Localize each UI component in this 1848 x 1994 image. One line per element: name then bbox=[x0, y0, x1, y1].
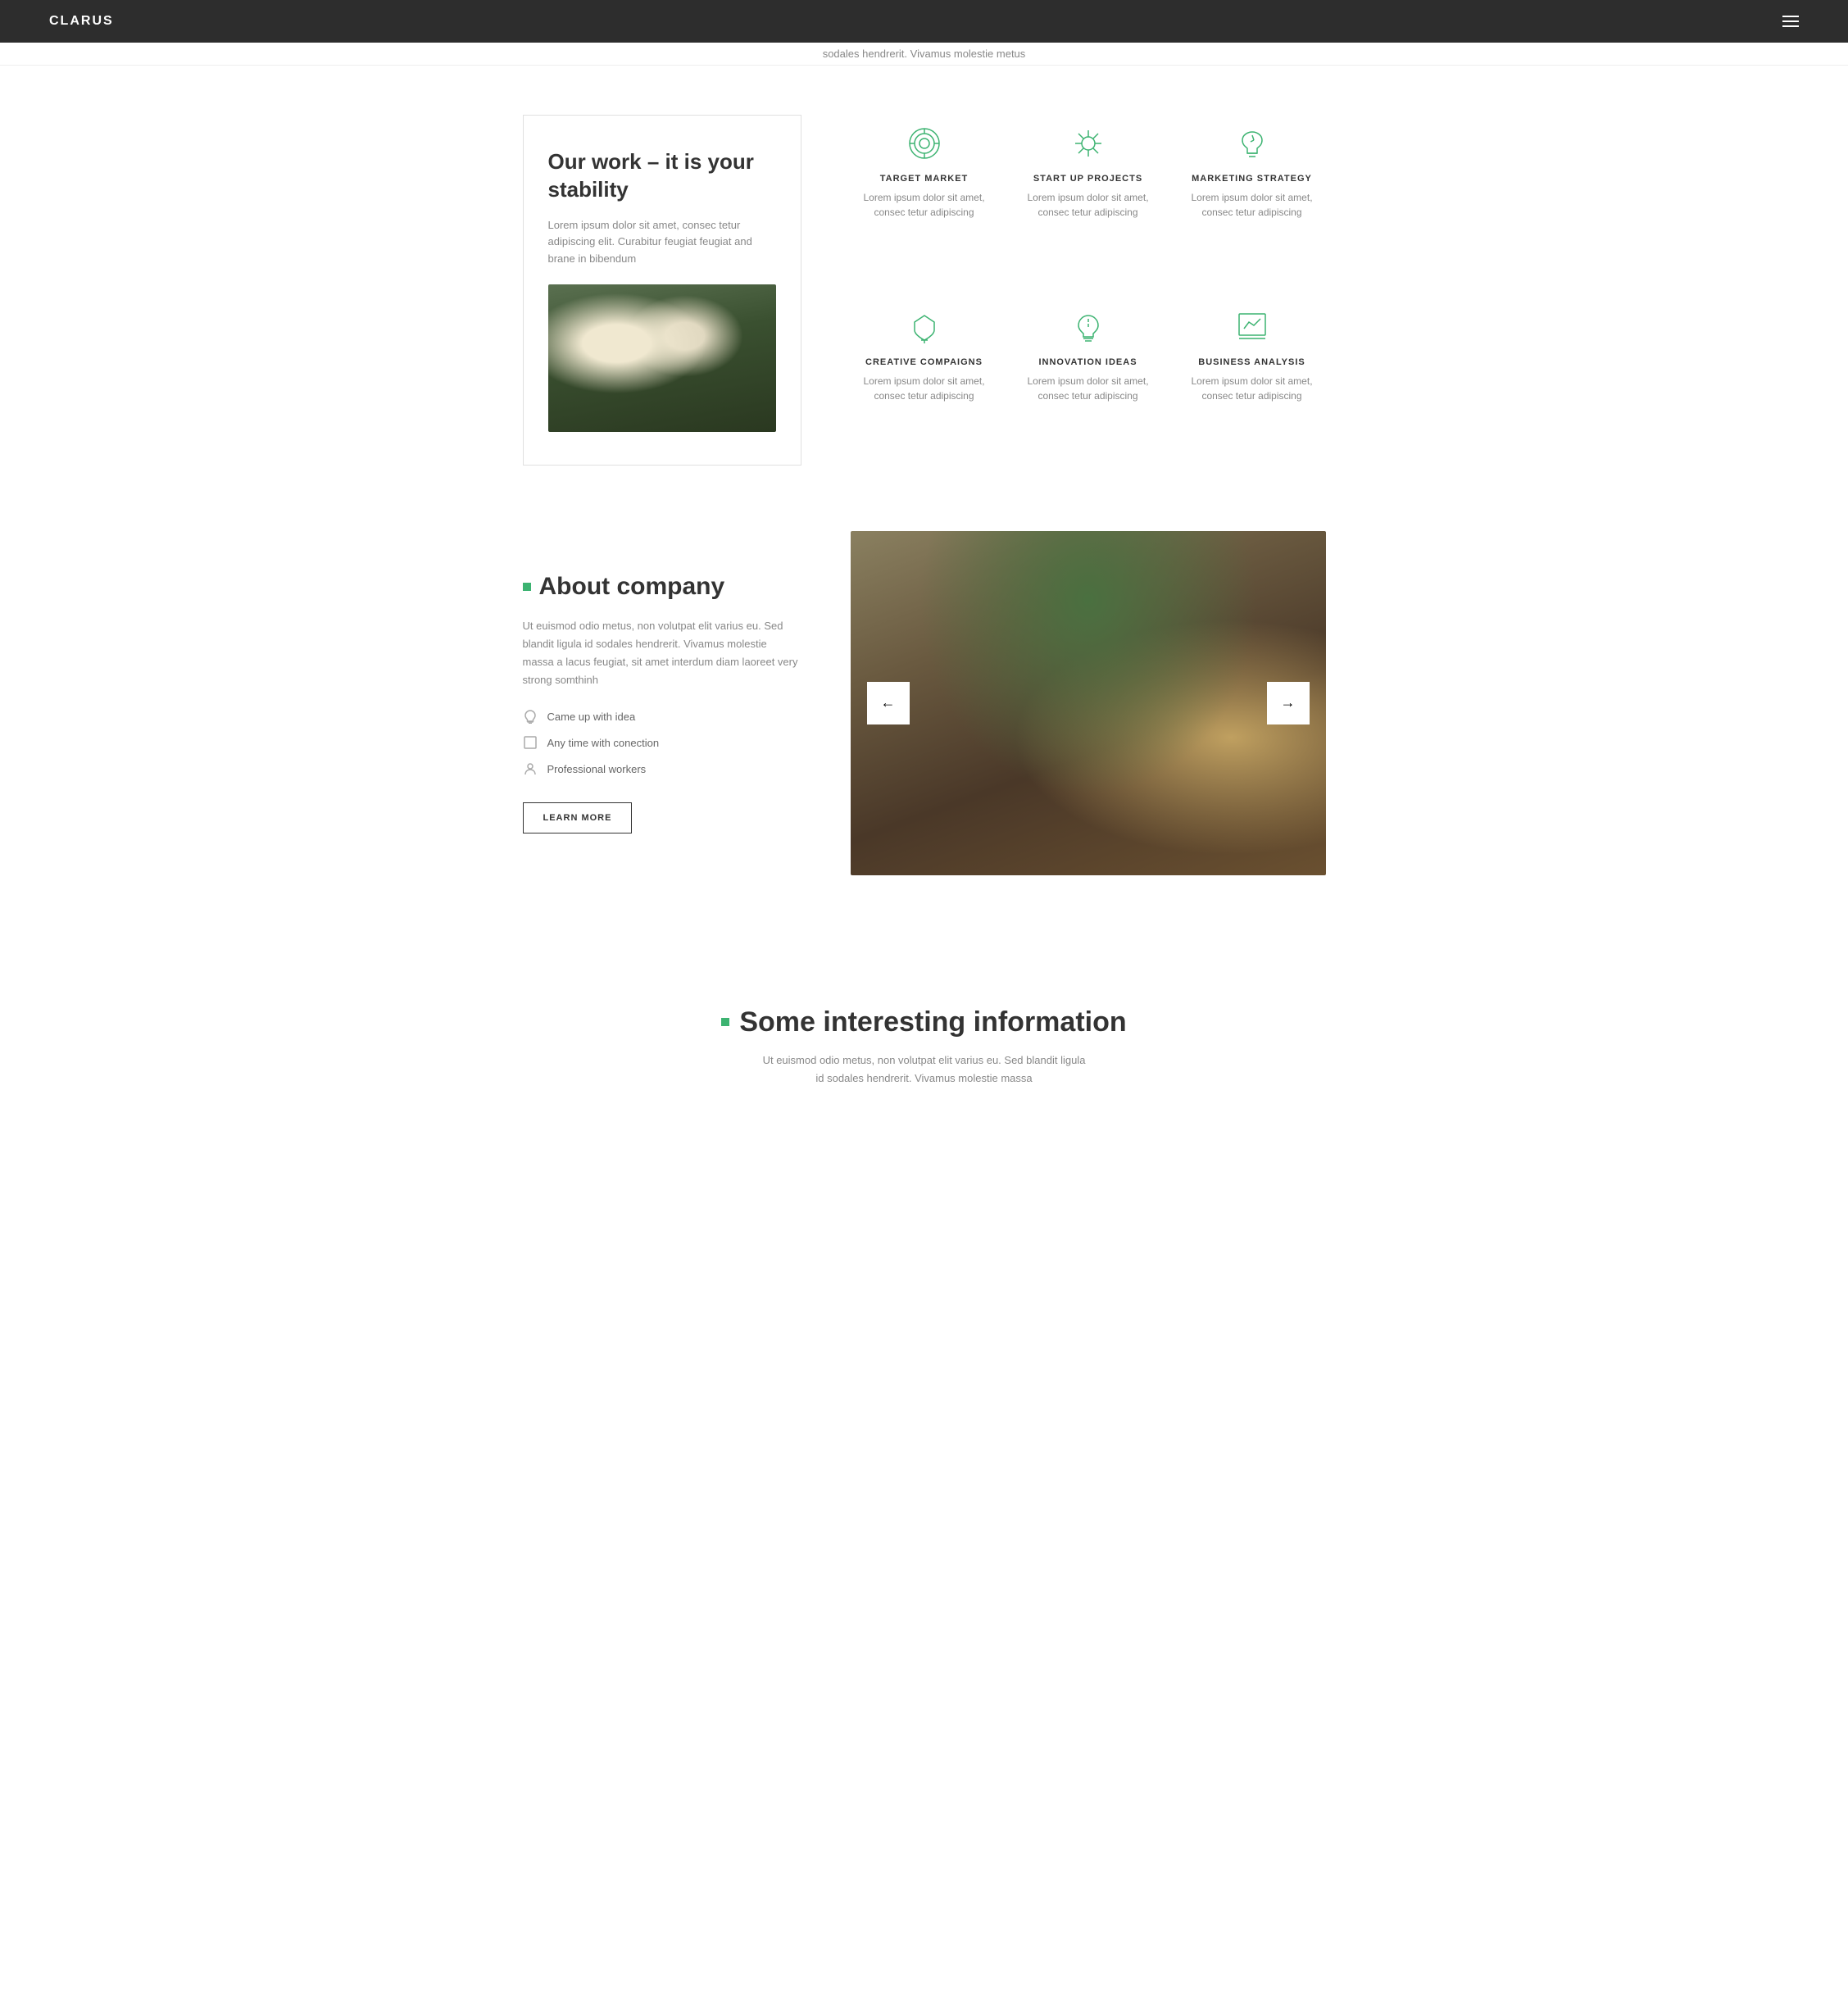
section-work: Our work – it is your stability Lorem ip… bbox=[474, 115, 1375, 466]
feature-creative-campaigns: CREATIVE COMPAIGNS Lorem ipsum dolor sit… bbox=[851, 307, 998, 466]
work-image bbox=[548, 284, 776, 432]
section-interesting-info: Some interesting information Ut euismod … bbox=[474, 941, 1375, 1120]
feature-marketing-strategy: MARKETING STRATEGY Lorem ipsum dolor sit… bbox=[1178, 123, 1326, 282]
bulb-icon bbox=[523, 709, 538, 724]
list-time-text: Any time with conection bbox=[547, 737, 660, 749]
feature-innovation-ideas: INNOVATION IDEAS Lorem ipsum dolor sit a… bbox=[1015, 307, 1162, 466]
title-accent-square bbox=[523, 583, 531, 591]
creative-campaigns-icon bbox=[904, 307, 945, 347]
feature-target-market: TARGET MARKET Lorem ipsum dolor sit amet… bbox=[851, 123, 998, 282]
about-right-panel: ← → bbox=[851, 531, 1326, 875]
nav-logo: CLARUS bbox=[49, 14, 114, 29]
info-title: Some interesting information bbox=[523, 1006, 1326, 1038]
list-item-idea: Came up with idea bbox=[523, 709, 801, 724]
connection-icon bbox=[523, 735, 538, 750]
info-title-accent bbox=[721, 1018, 729, 1026]
work-description: Lorem ipsum dolor sit amet, consec tetur… bbox=[548, 217, 776, 268]
marketing-strategy-icon bbox=[1232, 123, 1273, 164]
feature-innovation-desc: Lorem ipsum dolor sit amet, consec tetur… bbox=[1015, 374, 1162, 403]
about-title: About company bbox=[523, 573, 801, 601]
feature-business-title: BUSINESS ANALYSIS bbox=[1178, 357, 1326, 367]
feature-startup-desc: Lorem ipsum dolor sit amet, consec tetur… bbox=[1015, 190, 1162, 220]
business-analysis-icon bbox=[1232, 307, 1273, 347]
about-description: Ut euismod odio metus, non volutpat elit… bbox=[523, 617, 801, 689]
startup-projects-icon bbox=[1068, 123, 1109, 164]
about-carousel-image bbox=[851, 531, 1326, 875]
section-about: About company Ut euismod odio metus, non… bbox=[474, 531, 1375, 875]
feature-business-analysis: BUSINESS ANALYSIS Lorem ipsum dolor sit … bbox=[1178, 307, 1326, 466]
feature-business-desc: Lorem ipsum dolor sit amet, consec tetur… bbox=[1178, 374, 1326, 403]
info-description: Ut euismod odio metus, non volutpat elit… bbox=[761, 1052, 1088, 1088]
workers-icon bbox=[523, 761, 538, 776]
feature-target-market-title: TARGET MARKET bbox=[851, 174, 998, 184]
nav-hamburger-icon[interactable] bbox=[1782, 16, 1799, 27]
about-feature-list: Came up with idea Any time with conectio… bbox=[523, 709, 801, 776]
target-market-icon bbox=[904, 123, 945, 164]
list-idea-text: Came up with idea bbox=[547, 711, 636, 723]
features-grid: TARGET MARKET Lorem ipsum dolor sit amet… bbox=[851, 115, 1326, 466]
list-workers-text: Professional workers bbox=[547, 763, 647, 775]
feature-marketing-desc: Lorem ipsum dolor sit amet, consec tetur… bbox=[1178, 190, 1326, 220]
feature-startup-title: START UP PROJECTS bbox=[1015, 174, 1162, 184]
list-item-workers: Professional workers bbox=[523, 761, 801, 776]
feature-marketing-title: MARKETING STRATEGY bbox=[1178, 174, 1326, 184]
feature-innovation-title: INNOVATION IDEAS bbox=[1015, 357, 1162, 367]
about-left-panel: About company Ut euismod odio metus, non… bbox=[523, 573, 801, 833]
work-title: Our work – it is your stability bbox=[548, 148, 776, 204]
navbar: CLARUS bbox=[0, 0, 1848, 43]
top-marquee-text: sodales hendrerit. Vivamus molestie metu… bbox=[0, 43, 1848, 66]
feature-startup-projects: START UP PROJECTS Lorem ipsum dolor sit … bbox=[1015, 123, 1162, 282]
feature-creative-desc: Lorem ipsum dolor sit amet, consec tetur… bbox=[851, 374, 998, 403]
carousel-next-button[interactable]: → bbox=[1267, 682, 1310, 724]
feature-creative-title: CREATIVE COMPAIGNS bbox=[851, 357, 998, 367]
learn-more-button[interactable]: LEARN MORE bbox=[523, 802, 633, 833]
list-item-time: Any time with conection bbox=[523, 735, 801, 750]
feature-target-market-desc: Lorem ipsum dolor sit amet, consec tetur… bbox=[851, 190, 998, 220]
innovation-ideas-icon bbox=[1068, 307, 1109, 347]
work-left-panel: Our work – it is your stability Lorem ip… bbox=[523, 115, 801, 466]
carousel-prev-button[interactable]: ← bbox=[867, 682, 910, 724]
